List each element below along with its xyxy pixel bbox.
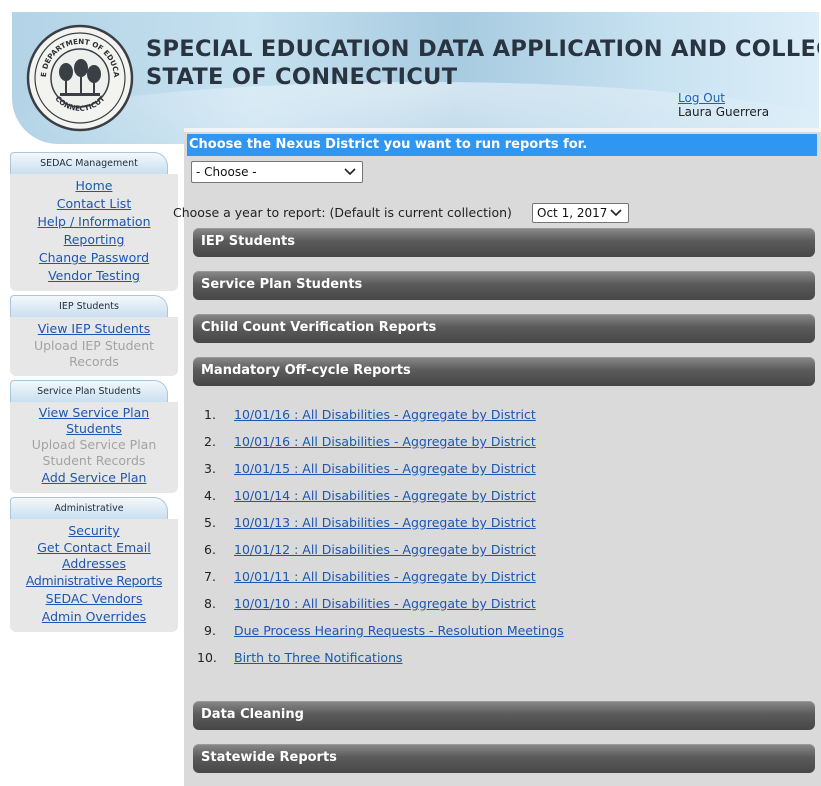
report-number: 3. [204,461,216,476]
sidebar-tab-iep-students: IEP Students [10,295,168,317]
report-link[interactable]: 10/01/12 : All Disabilities - Aggregate … [234,542,536,557]
report-number: 10. [197,650,217,665]
header-title-line1: SPECIAL EDUCATION DATA APPLICATION AND C… [146,36,819,62]
year-select-label: Choose a year to report: (Default is cur… [173,205,512,220]
sidebar-item-security[interactable]: Security [10,522,178,540]
section-child-count-verification[interactable]: Child Count Verification Reports [193,314,815,343]
chevron-down-icon [610,204,622,229]
sidebar-tab-administrative: Administrative [10,497,168,519]
report-link[interactable]: 10/01/16 : All Disabilities - Aggregate … [234,434,536,449]
sidebar-item-home[interactable]: Home [10,177,178,195]
year-select[interactable]: Oct 1, 2017 [532,203,629,223]
section-statewide-reports[interactable]: Statewide Reports [193,744,815,773]
sidebar-item-get-contact-email[interactable]: Get Contact Email Addresses [10,540,178,572]
sidebar-nav: SEDAC Management Home Contact List Help … [10,152,178,636]
report-link[interactable]: 10/01/14 : All Disabilities - Aggregate … [234,488,536,503]
main-content: Choose the Nexus District you want to ru… [184,128,821,786]
report-number: 8. [204,596,216,611]
report-link[interactable]: Due Process Hearing Requests - Resolutio… [234,623,564,638]
chevron-down-icon [344,162,356,190]
main-top-strip [184,128,821,132]
user-name: Laura Guerrera [678,105,770,119]
report-link[interactable]: Birth to Three Notifications [234,650,403,665]
sidebar-section-service-plan-students: View Service Plan Students Upload Servic… [10,402,178,493]
sidebar-item-sedac-vendors[interactable]: SEDAC Vendors [10,590,178,608]
site-header: STATE DEPARTMENT OF EDUCATION CONNECTICU… [12,12,819,144]
sidebar-item-add-service-plan[interactable]: Add Service Plan [10,469,178,487]
section-service-plan-students[interactable]: Service Plan Students [193,271,815,300]
sidebar-item-admin-overrides[interactable]: Admin Overrides [10,608,178,626]
section-data-cleaning[interactable]: Data Cleaning [193,701,815,730]
sidebar-item-help-information[interactable]: Help / Information [10,213,178,231]
sidebar-section-administrative: Security Get Contact Email Addresses Adm… [10,519,178,632]
year-select-value: Oct 1, 2017 [537,206,608,220]
sidebar-section-sedac-management: Home Contact List Help / Information Rep… [10,174,178,291]
nexus-district-prompt: Choose the Nexus District you want to ru… [187,134,817,156]
report-link[interactable]: 10/01/10 : All Disabilities - Aggregate … [234,596,536,611]
report-number: 9. [204,623,216,638]
report-number: 7. [204,569,216,584]
sidebar-item-vendor-testing[interactable]: Vendor Testing [10,267,178,285]
sidebar-item-contact-list[interactable]: Contact List [10,195,178,213]
sidebar-item-view-service-plan-students[interactable]: View Service Plan Students [10,405,178,437]
sidebar-item-change-password[interactable]: Change Password [10,249,178,267]
sidebar-section-iep-students: View IEP Students Upload IEP Student Rec… [10,317,178,376]
report-link[interactable]: 10/01/15 : All Disabilities - Aggregate … [234,461,536,476]
header-title-line2: STATE OF CONNECTICUT [146,64,458,90]
sidebar-tab-service-plan-students: Service Plan Students [10,380,168,402]
sidebar-item-upload-service-plan-records: Upload Service Plan Student Records [31,437,157,468]
section-iep-students[interactable]: IEP Students [193,228,815,257]
sidebar-item-view-iep-students[interactable]: View IEP Students [10,320,178,338]
district-select-value: - Choose - [196,165,257,179]
report-number: 4. [204,488,216,503]
section-mandatory-off-cycle[interactable]: Mandatory Off-cycle Reports [193,357,815,386]
logout-link[interactable]: Log Out [678,91,725,105]
report-number: 6. [204,542,216,557]
report-number: 1. [204,407,216,422]
report-link[interactable]: 10/01/16 : All Disabilities - Aggregate … [234,407,536,422]
report-number: 2. [204,434,216,449]
report-link[interactable]: 10/01/11 : All Disabilities - Aggregate … [234,569,536,584]
state-seal-logo: STATE DEPARTMENT OF EDUCATION CONNECTICU… [26,24,134,132]
sidebar-item-upload-iep-records: Upload IEP Student Records [33,338,155,369]
district-select[interactable]: - Choose - [191,161,363,183]
report-number: 5. [204,515,216,530]
sidebar-item-administrative-reports[interactable]: Administrative Reports [10,572,178,590]
sidebar-tab-sedac-management: SEDAC Management [10,152,168,174]
sidebar-item-reporting[interactable]: Reporting [10,231,178,249]
report-link[interactable]: 10/01/13 : All Disabilities - Aggregate … [234,515,536,530]
